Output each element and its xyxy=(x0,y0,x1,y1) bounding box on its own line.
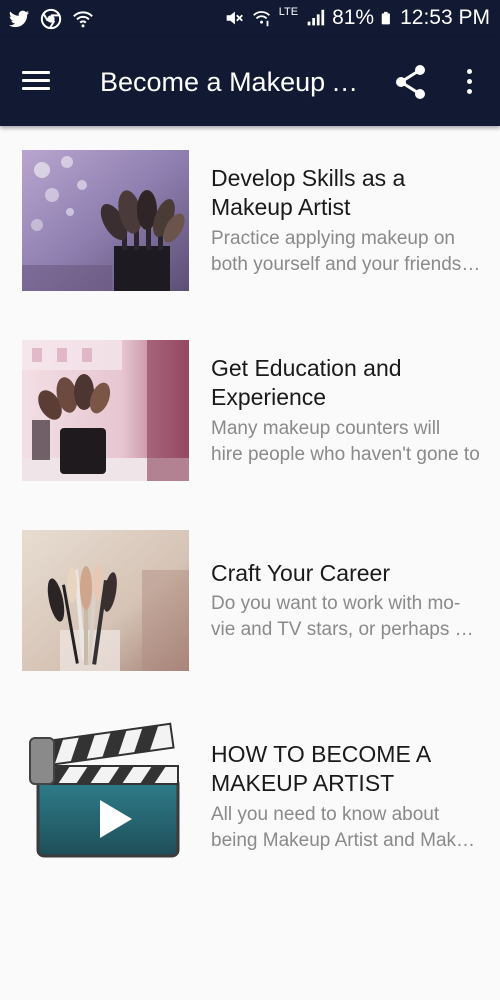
notification-icons xyxy=(8,8,94,30)
makeup-brushes-image xyxy=(22,530,189,671)
article-title: HOW TO BECOME A MAKEUP ARTIST xyxy=(211,741,432,796)
status-bar: LTE 81% 12:53 PM xyxy=(0,0,500,38)
article-thumbnail xyxy=(22,340,189,481)
article-title: Craft Your Career xyxy=(211,560,390,586)
makeup-brushes-image xyxy=(22,340,189,481)
share-button[interactable] xyxy=(390,60,434,104)
article-thumbnail xyxy=(22,720,189,861)
share-icon xyxy=(396,65,425,99)
more-options-button[interactable] xyxy=(452,60,486,104)
clock: 12:53 PM xyxy=(400,6,490,29)
article-description: Many makeup counters will hire people wh… xyxy=(211,418,480,465)
list-item[interactable]: HOW TO BECOME A MAKEUP ARTIST All you ne… xyxy=(0,696,500,866)
list-item[interactable]: Get Education and Experience Many makeup… xyxy=(0,316,500,486)
list-item[interactable]: Craft Your Career Do you want to work wi… xyxy=(0,506,500,676)
wifi-calling-icon xyxy=(252,11,270,27)
wifi-icon xyxy=(73,11,93,28)
article-description: Practice applying makeup on both yoursel… xyxy=(211,228,481,275)
video-clapperboard-icon xyxy=(22,720,189,861)
system-icons: LTE 81% 12:53 PM xyxy=(223,6,490,30)
article-thumbnail xyxy=(22,150,189,291)
more-vert-icon xyxy=(466,69,472,74)
battery-percent: 81% xyxy=(332,6,375,29)
article-description: All you need to know about being Makeup … xyxy=(211,804,481,851)
mute-icon xyxy=(226,11,243,25)
lte-indicator: LTE xyxy=(278,5,299,18)
signal-icon xyxy=(307,9,325,26)
menu-icon xyxy=(22,71,50,74)
battery-icon xyxy=(381,11,391,25)
menu-button[interactable] xyxy=(16,62,60,102)
page-title: Become a Makeup Artist xyxy=(100,67,370,97)
twitter-icon xyxy=(8,10,30,28)
chrome-icon xyxy=(40,8,62,30)
list-item[interactable]: Develop Skills as a Makeup Artist Practi… xyxy=(0,126,500,296)
article-title: Get Education and Experience xyxy=(211,355,402,410)
article-thumbnail xyxy=(22,530,189,671)
makeup-brushes-image xyxy=(22,150,189,291)
article-title: Develop Skills as a Makeup Artist xyxy=(211,165,406,220)
app-bar: Become a Makeup Artist xyxy=(0,38,500,126)
article-description: Do you want to work with mo- vie and TV … xyxy=(211,593,481,640)
